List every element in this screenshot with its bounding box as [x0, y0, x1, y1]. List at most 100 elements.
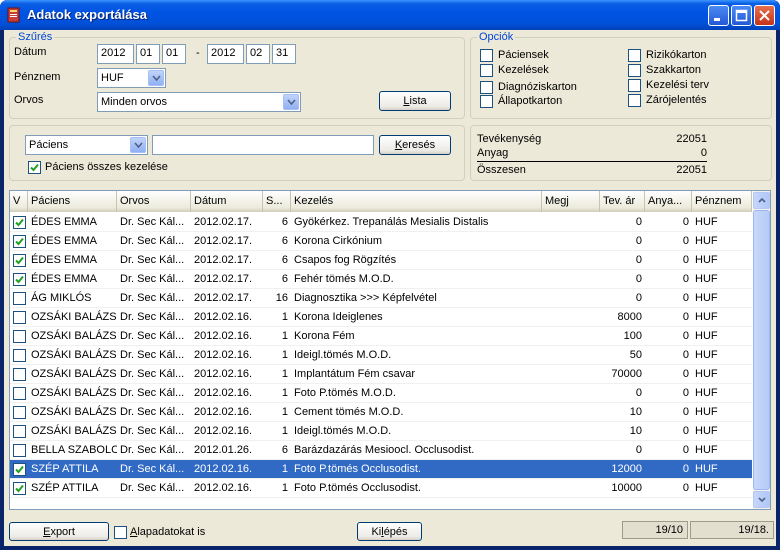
- column-header-currency[interactable]: Pénznem: [692, 191, 752, 212]
- column-header-doctor[interactable]: Orvos: [117, 191, 191, 212]
- row-checkbox[interactable]: [13, 406, 26, 419]
- cell-s: 1: [281, 368, 288, 380]
- cell-treatment: Korona Fém: [294, 330, 355, 342]
- table-row[interactable]: ÉDES EMMA Dr. Sec Kál... 2012.02.17. 6 Koron…: [10, 232, 752, 251]
- exit-button[interactable]: Kilépés: [357, 522, 422, 541]
- option-condition-checkbox[interactable]: [480, 95, 493, 108]
- cell-treatment: Korona Ideiglenes: [294, 311, 383, 323]
- row-checkbox[interactable]: [13, 482, 26, 495]
- close-button[interactable]: [754, 5, 775, 26]
- cell-material: 0: [682, 273, 689, 285]
- minimize-button[interactable]: [708, 5, 729, 26]
- close-icon: [759, 10, 770, 21]
- table-row[interactable]: OZSÁKI BALÁZS Dr. Sec Kál... 2012.02.16. 1 F…: [10, 384, 752, 403]
- row-checkbox[interactable]: [13, 425, 26, 438]
- row-checkbox[interactable]: [13, 463, 26, 476]
- option-diagnosis-checkbox[interactable]: [480, 81, 493, 94]
- column-header-patient[interactable]: Páciens: [28, 191, 117, 212]
- scroll-up-button[interactable]: [753, 192, 770, 209]
- export-button[interactable]: Export: [9, 522, 109, 541]
- option-specialist-checkbox[interactable]: [628, 64, 641, 77]
- cell-s: 1: [281, 311, 288, 323]
- row-checkbox[interactable]: [13, 292, 26, 305]
- grid-header: V Páciens Orvos Dátum S... Kezelés Megj …: [10, 191, 752, 212]
- export-window: Adatok exportálása Szűrés Dátum 2012 01 …: [0, 0, 780, 550]
- cell-date: 2012.02.16.: [194, 349, 253, 361]
- title-bar[interactable]: Adatok exportálása: [0, 0, 780, 30]
- cell-date: 2012.02.17.: [194, 254, 253, 266]
- date-from-month-input[interactable]: 01: [136, 44, 160, 64]
- column-header-treatment[interactable]: Kezelés: [291, 191, 542, 212]
- search-input[interactable]: [152, 135, 374, 155]
- row-checkbox[interactable]: [13, 349, 26, 362]
- date-to-year-input[interactable]: 2012: [207, 44, 244, 64]
- row-checkbox[interactable]: [13, 254, 26, 267]
- row-checkbox[interactable]: [13, 444, 26, 457]
- column-header-v[interactable]: V: [10, 191, 28, 212]
- cell-patient: OZSÁKI BALÁZS: [31, 387, 117, 399]
- cell-s: 6: [281, 254, 288, 266]
- doctor-dropdown-button[interactable]: [283, 94, 299, 110]
- date-from-day-input[interactable]: 01: [162, 44, 186, 64]
- search-button[interactable]: Keresés: [379, 135, 451, 155]
- scroll-thumb[interactable]: [753, 210, 770, 490]
- table-row[interactable]: OZSÁKI BALÁZS Dr. Sec Kál... 2012.02.16. 1 K…: [10, 327, 752, 346]
- column-header-note[interactable]: Megj: [542, 191, 600, 212]
- table-row[interactable]: ÉDES EMMA Dr. Sec Kál... 2012.02.17. 6 Gyöké…: [10, 213, 752, 232]
- cell-treatment: Korona Cirkónium: [294, 235, 383, 247]
- table-row[interactable]: OZSÁKI BALÁZS Dr. Sec Kál... 2012.02.16. 1 C…: [10, 403, 752, 422]
- cell-material: 0: [682, 292, 689, 304]
- cell-currency: HUF: [695, 292, 718, 304]
- table-row[interactable]: BELLA SZABOLCS Dr. Sec Kál... 2012.01.26. 6…: [10, 441, 752, 460]
- currency-select[interactable]: HUF: [97, 68, 166, 88]
- cell-date: 2012.02.17.: [194, 273, 253, 285]
- row-checkbox[interactable]: [13, 330, 26, 343]
- list-button[interactable]: Lista: [379, 91, 451, 111]
- table-row[interactable]: OZSÁKI BALÁZS Dr. Sec Kál... 2012.02.16. 1 K…: [10, 308, 752, 327]
- column-header-material[interactable]: Anya...: [645, 191, 692, 212]
- currency-dropdown-button[interactable]: [148, 70, 164, 86]
- row-checkbox[interactable]: [13, 368, 26, 381]
- maximize-button[interactable]: [731, 5, 752, 26]
- cell-note: [542, 479, 600, 498]
- column-header-date[interactable]: Dátum: [191, 191, 263, 212]
- table-row[interactable]: ÉDES EMMA Dr. Sec Kál... 2012.02.17. 6 Fehér…: [10, 270, 752, 289]
- date-to-month-input[interactable]: 02: [246, 44, 270, 64]
- option-final-report-checkbox[interactable]: [628, 94, 641, 107]
- table-row[interactable]: OZSÁKI BALÁZS Dr. Sec Kál... 2012.02.16. 1 I…: [10, 422, 752, 441]
- option-patients-checkbox[interactable]: [480, 49, 493, 62]
- treatments-grid[interactable]: V Páciens Orvos Dátum S... Kezelés Megj …: [9, 190, 771, 510]
- cell-date: 2012.02.16.: [194, 406, 253, 418]
- row-checkbox[interactable]: [13, 273, 26, 286]
- row-checkbox[interactable]: [13, 216, 26, 229]
- cell-doctor: Dr. Sec Kál...: [120, 387, 185, 399]
- cell-price: 10000: [611, 482, 642, 494]
- cell-date: 2012.02.16.: [194, 387, 253, 399]
- row-checkbox[interactable]: [13, 311, 26, 324]
- option-treatment-plan-checkbox[interactable]: [628, 79, 641, 92]
- cell-patient: ÉDES EMMA: [31, 235, 98, 247]
- search-field-dropdown-button[interactable]: [130, 137, 146, 153]
- base-data-checkbox[interactable]: [114, 526, 127, 539]
- vertical-scrollbar[interactable]: [753, 191, 770, 509]
- table-row[interactable]: SZÉP ATTILA Dr. Sec Kál... 2012.02.16. 1 Fot…: [10, 479, 752, 498]
- table-row[interactable]: OZSÁKI BALÁZS Dr. Sec Kál... 2012.02.16. 1 I…: [10, 346, 752, 365]
- option-risk-checkbox[interactable]: [628, 49, 641, 62]
- scroll-down-button[interactable]: [753, 491, 770, 508]
- table-row[interactable]: ÁG MIKLÓS Dr. Sec Kál... 2012.02.17. 16 Diag…: [10, 289, 752, 308]
- table-row[interactable]: ÉDES EMMA Dr. Sec Kál... 2012.02.17. 6 Csapo…: [10, 251, 752, 270]
- cell-note: [542, 384, 600, 403]
- date-from-year-input[interactable]: 2012: [97, 44, 134, 64]
- search-field-select[interactable]: Páciens: [25, 135, 148, 155]
- table-row[interactable]: SZÉP ATTILA Dr. Sec Kál... 2012.02.16. 1 Fot…: [10, 460, 752, 479]
- date-to-day-input[interactable]: 31: [272, 44, 296, 64]
- row-checkbox[interactable]: [13, 387, 26, 400]
- table-row[interactable]: OZSÁKI BALÁZS Dr. Sec Kál... 2012.02.16. 1 I…: [10, 365, 752, 384]
- option-treatments-checkbox[interactable]: [480, 64, 493, 77]
- all-treatments-checkbox[interactable]: [28, 161, 41, 174]
- doctor-select[interactable]: Minden orvos: [97, 92, 301, 112]
- app-book-icon: [7, 7, 20, 23]
- column-header-price[interactable]: Tev. ár: [600, 191, 645, 212]
- column-header-s[interactable]: S...: [263, 191, 291, 212]
- row-checkbox[interactable]: [13, 235, 26, 248]
